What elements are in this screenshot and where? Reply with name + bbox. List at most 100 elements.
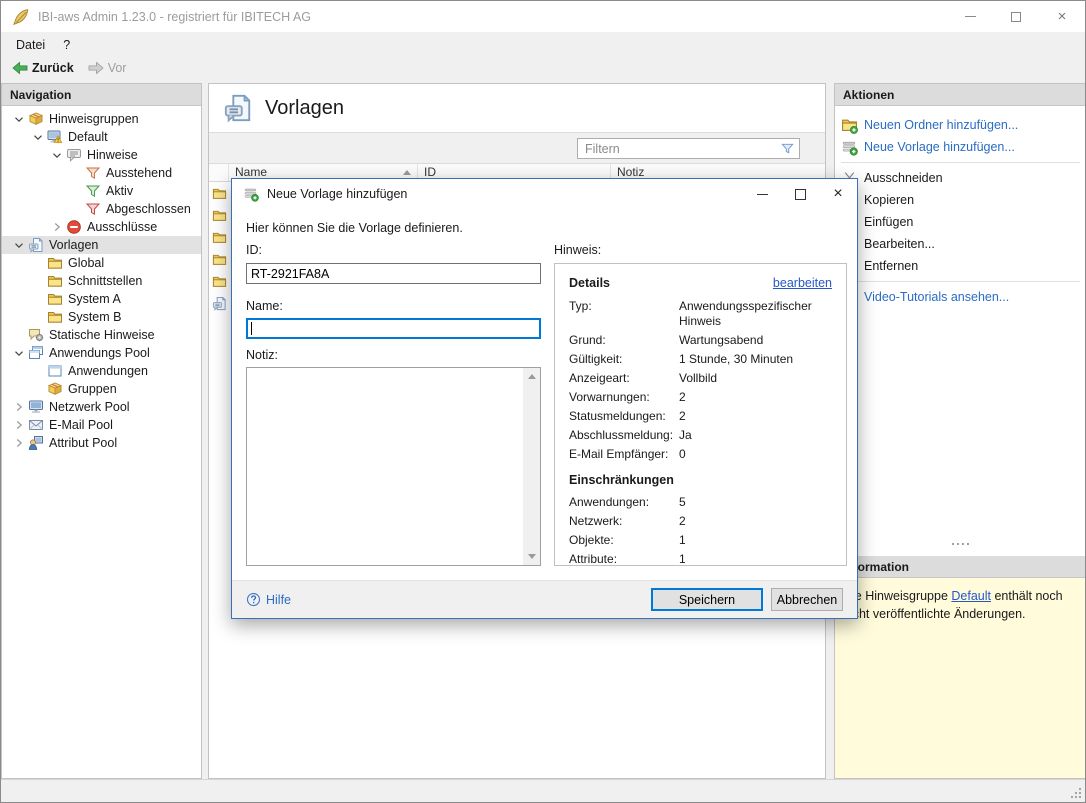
id-field[interactable] [246,263,541,284]
chevron-right-icon[interactable] [12,400,26,414]
name-field[interactable] [246,318,541,339]
action-copy[interactable]: Kopieren [835,189,1086,211]
nav-label: Vorlagen [49,238,98,252]
menu-help[interactable]: ? [54,33,79,57]
nav-item-anwendungen[interactable]: Anwendungen [2,362,201,380]
scroll-up-button[interactable] [523,368,540,385]
chevron-down-icon[interactable] [50,148,64,162]
dialog-maximize-button[interactable] [781,179,819,209]
window-titlebar[interactable]: IBI-aws Admin 1.23.0 - registriert für I… [1,1,1085,33]
app-pool-icon [28,345,44,361]
cancel-button[interactable]: Abbrechen [771,588,843,611]
detail-row: Vorwarnungen:2 [569,390,832,405]
nav-item-hinweise[interactable]: Hinweise [2,146,201,164]
default-group-link[interactable]: Default [951,589,991,603]
package-icon [28,111,44,127]
help-link[interactable]: Hilfe [246,592,291,607]
filter-strip [209,132,825,164]
text-caret [251,322,252,335]
nav-item-system-b[interactable]: System B [2,308,201,326]
network-icon [28,399,44,415]
nav-item-abgeschlossen[interactable]: Abgeschlossen [2,200,201,218]
dialog-title: Neue Vorlage hinzufügen [267,187,407,201]
nav-item-vorlagen[interactable]: Vorlagen [2,236,201,254]
folder-icon [47,255,63,271]
chevron-down-icon[interactable] [31,130,45,144]
action-new-folder[interactable]: Neuen Ordner hinzufügen... [835,114,1086,136]
minimize-icon [757,194,768,195]
vorlagen-page-icon [223,93,253,123]
nav-label: Attribut Pool [49,436,117,450]
nav-item-anwendungs-pool[interactable]: Anwendungs Pool [2,344,201,362]
back-button[interactable]: Zurück [7,57,79,79]
menu-datei[interactable]: Datei [7,33,54,57]
separator [841,281,1080,282]
action-new-template[interactable]: Neue Vorlage hinzufügen... [835,136,1086,158]
action-video-tutorials[interactable]: Video-Tutorials ansehen... [835,286,1086,308]
action-edit[interactable]: Bearbeiten... [835,233,1086,255]
nav-item-ausstehend[interactable]: Ausstehend [2,164,201,182]
details-heading: Details [569,276,610,290]
actions-header: Aktionen [835,84,1086,106]
dialog-close-button[interactable]: × [819,179,857,209]
forward-button[interactable]: Vor [83,57,132,79]
maximize-button[interactable] [993,1,1039,32]
sort-ascending-icon [403,170,411,175]
nav-label: Abgeschlossen [106,202,191,216]
chevron-right-icon[interactable] [12,436,26,450]
detail-row: Typ:Anwendungsspezifischer Hinweis [569,299,832,329]
folder-icon [47,291,63,307]
static-hint-icon [28,327,44,343]
save-button[interactable]: Speichern [651,588,763,611]
nav-item-global[interactable]: Global [2,254,201,272]
nav-item-system-a[interactable]: System A [2,290,201,308]
action-cut[interactable]: Ausschneiden [835,167,1086,189]
nav-item-default[interactable]: Default [2,128,201,146]
action-paste[interactable]: Einfügen [835,211,1086,233]
chevron-down-icon[interactable] [12,346,26,360]
bearbeiten-link[interactable]: bearbeiten [773,276,832,290]
close-icon: × [833,186,842,202]
nav-item-gruppen[interactable]: Gruppen [2,380,201,398]
nav-item-email-pool[interactable]: E-Mail Pool [2,416,201,434]
filter-funnel-icon[interactable] [780,141,795,156]
nav-label: Global [68,256,104,270]
nav-item-schnittstellen[interactable]: Schnittstellen [2,272,201,290]
notiz-textarea[interactable] [246,367,541,566]
action-remove[interactable]: Entfernen [835,255,1086,277]
dialog-titlebar[interactable]: Neue Vorlage hinzufügen × [232,179,857,209]
separator [841,162,1080,163]
detail-row: Gültigkeit:1 Stunde, 30 Minuten [569,352,832,367]
template-icon [28,237,44,253]
column-icon[interactable] [209,164,229,181]
nav-item-statische-hinweise[interactable]: Statische Hinweise [2,326,201,344]
new-template-dialog: Neue Vorlage hinzufügen × Hier können Si… [231,178,858,619]
nav-item-ausschluesse[interactable]: Ausschlüsse [2,218,201,236]
statusbar [1,779,1085,802]
nav-item-aktiv[interactable]: Aktiv [2,182,201,200]
close-button[interactable]: × [1039,1,1085,32]
resize-grip-icon[interactable] [1070,787,1083,800]
detail-row: Abschlussmeldung:Ja [569,428,832,443]
nav-item-netzwerk-pool[interactable]: Netzwerk Pool [2,398,201,416]
splitter-handle[interactable] [835,540,1086,548]
notiz-label: Notiz: [246,348,278,362]
scrollbar[interactable] [523,368,540,565]
nav-label: Anwendungs Pool [49,346,150,360]
detail-row: Anzeigeart:Vollbild [569,371,832,386]
dialog-intro-text: Hier können Sie die Vorlage definieren. [246,221,463,235]
dialog-minimize-button[interactable] [743,179,781,209]
filter-input[interactable] [578,142,780,156]
nav-item-attribut-pool[interactable]: Attribut Pool [2,434,201,452]
chevron-right-icon[interactable] [12,418,26,432]
nav-item-hinweisgruppen[interactable]: Hinweisgruppen [2,110,201,128]
chevron-down-icon[interactable] [12,238,26,252]
hinweis-label: Hinweis: [554,243,601,257]
app-logo-icon [12,8,30,26]
chevron-right-icon[interactable] [50,220,64,234]
navigation-tree: Hinweisgruppen Default Hinweise Ausstehe… [2,106,201,452]
minimize-button[interactable] [947,1,993,32]
nav-label: System A [68,292,121,306]
chevron-down-icon[interactable] [12,112,26,126]
scroll-down-button[interactable] [523,548,540,565]
